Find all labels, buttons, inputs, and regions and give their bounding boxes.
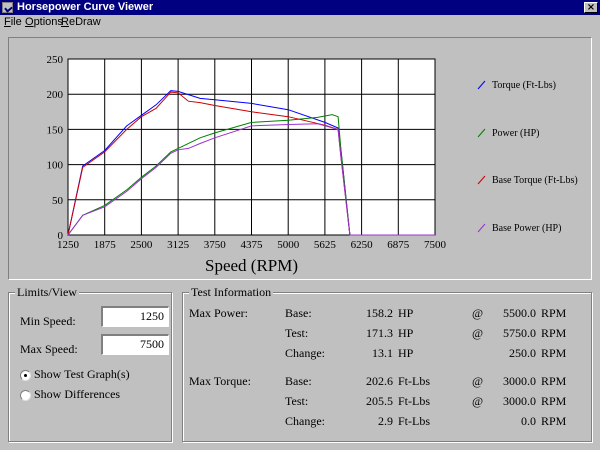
max-torque-row-value: 202.6: [366, 374, 393, 388]
y-tick-label: 250: [47, 54, 64, 66]
legend-swatch: [477, 223, 486, 233]
x-tick-label: 6875: [387, 239, 410, 251]
show-differences-radio[interactable]: [20, 390, 31, 401]
x-tick-label: 7500: [424, 239, 447, 251]
menu-options[interactable]: Options: [25, 15, 63, 30]
max-torque-row-rpm: 3000.0: [503, 394, 536, 408]
legend-label: Power (HP): [492, 128, 540, 139]
limits-group-label: Limits/View: [15, 285, 79, 300]
x-tick-label: 4375: [241, 239, 264, 251]
max-power-row-unit: HP: [398, 346, 414, 360]
legend-label: Torque (Ft-Lbs): [492, 80, 556, 91]
x-tick-label: 6250: [351, 239, 374, 251]
min-speed-input[interactable]: 1250: [101, 306, 169, 327]
horsepower-chart: 1250 1875 2500 3125 3750 4375 5000 5625 6250 6875…: [47, 54, 578, 275]
test-info-group: Test Information Max Power: Max Torque: …: [182, 285, 592, 442]
max-speed-input[interactable]: 7500: [101, 334, 169, 355]
max-torque-row-label: Change:: [285, 414, 325, 428]
title-bar[interactable]: Horsepower Curve Viewer ×: [0, 0, 600, 15]
legend-label: Base Power (HP): [492, 223, 561, 234]
legend-swatch: [477, 175, 486, 185]
y-tick-label: 150: [47, 124, 64, 136]
show-test-graph-label[interactable]: Show Test Graph(s): [34, 367, 130, 382]
max-torque-row-value: 2.9: [378, 414, 393, 428]
legend-label: Base Torque (Ft-Lbs): [492, 175, 578, 186]
max-power-row-rpm: 250.0: [509, 346, 536, 360]
chart-panel: 1250 1875 2500 3125 3750 4375 5000 5625 6250 6875…: [8, 37, 592, 280]
show-test-graph-radio[interactable]: [20, 370, 31, 381]
max-power-row-unit: HP: [398, 306, 414, 320]
max-speed-label: Max Speed:: [20, 342, 78, 356]
max-power-row-rpm-unit: RPM: [541, 346, 567, 360]
y-tick-label: 100: [47, 160, 64, 172]
menu-file[interactable]: File: [4, 15, 22, 30]
x-axis-label: Speed (RPM): [205, 256, 298, 275]
max-power-row-rpm: 5750.0: [503, 326, 536, 340]
max-power-row-rpm-unit: RPM: [541, 306, 567, 320]
max-power-row-value: 171.3: [366, 326, 393, 340]
limits-view-group: Limits/View Min Speed: 1250 Max Speed: 7…: [8, 285, 172, 442]
max-power-label: Max Power:: [189, 306, 248, 320]
legend-swatch: [477, 80, 486, 90]
max-torque-row-label: Test:: [285, 394, 309, 408]
max-power-row-value: 158.2: [366, 306, 393, 320]
max-power-row-rpm: 5500.0: [503, 306, 536, 320]
menu-bar: File Options ReDraw: [0, 15, 600, 30]
max-torque-row-at: @: [472, 394, 484, 408]
max-torque-row-at: @: [472, 374, 484, 388]
max-power-row-at: @: [472, 326, 484, 340]
x-tick-label: 5625: [314, 239, 337, 251]
show-differences-label[interactable]: Show Differences: [34, 387, 120, 402]
max-torque-row-value: 205.5: [366, 394, 393, 408]
max-torque-row-unit: Ft-Lbs: [398, 394, 431, 408]
window-title: Horsepower Curve Viewer: [17, 1, 154, 13]
menu-redraw[interactable]: ReDraw: [61, 15, 101, 30]
max-torque-row-unit: Ft-Lbs: [398, 374, 431, 388]
x-tick-label: 2500: [130, 239, 153, 251]
max-power-row-label: Change:: [285, 346, 325, 360]
max-torque-label: Max Torque:: [189, 374, 251, 388]
max-power-row-label: Base:: [285, 306, 312, 320]
max-torque-row-unit: Ft-Lbs: [398, 414, 431, 428]
y-tick-label: 0: [58, 230, 64, 242]
max-torque-row-rpm-unit: RPM: [541, 394, 567, 408]
test-info-group-label: Test Information: [189, 285, 274, 300]
close-button[interactable]: ×: [584, 2, 598, 13]
max-power-row-value: 13.1: [372, 346, 393, 360]
max-torque-row-rpm: 3000.0: [503, 374, 536, 388]
y-tick-label: 50: [52, 195, 64, 207]
app-icon[interactable]: [2, 2, 13, 13]
max-power-row-rpm-unit: RPM: [541, 326, 567, 340]
legend-swatch: [477, 128, 486, 138]
max-power-row-label: Test:: [285, 326, 309, 340]
x-tick-label: 1875: [94, 239, 117, 251]
max-torque-row-rpm-unit: RPM: [541, 414, 567, 428]
x-tick-label: 3125: [167, 239, 190, 251]
max-torque-row-rpm: 0.0: [521, 414, 536, 428]
min-speed-label: Min Speed:: [20, 314, 76, 328]
max-torque-row-label: Base:: [285, 374, 312, 388]
max-torque-row-rpm-unit: RPM: [541, 374, 567, 388]
y-tick-label: 200: [47, 89, 64, 101]
max-power-row-at: @: [472, 306, 484, 320]
max-power-row-unit: HP: [398, 326, 414, 340]
x-tick-label: 3750: [204, 239, 227, 251]
x-tick-label: 5000: [277, 239, 300, 251]
